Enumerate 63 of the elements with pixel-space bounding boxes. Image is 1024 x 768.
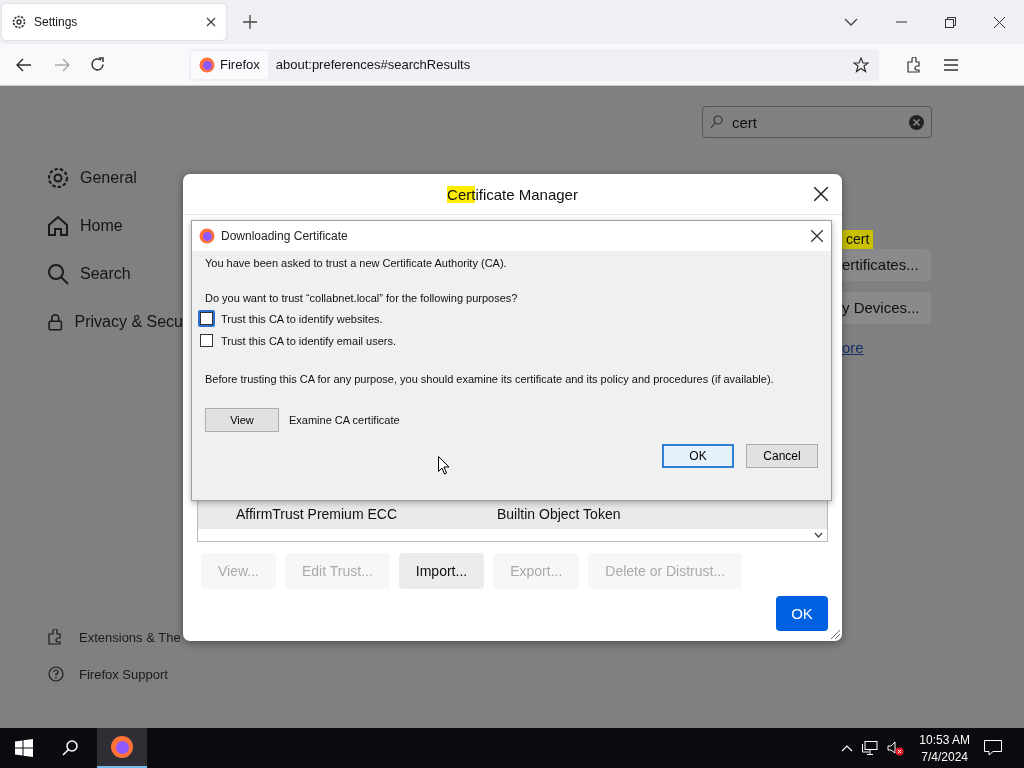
search-icon [46,262,70,286]
sidebar-link[interactable]: Extensions & The [48,629,183,645]
sidebar-item[interactable]: Search [46,262,183,286]
learn-more-link[interactable]: ore [842,339,864,356]
clear-icon[interactable] [909,114,924,130]
home-icon [46,214,70,238]
cancel-button[interactable]: Cancel [746,444,818,468]
notification-icon[interactable] [984,740,1002,756]
help-icon [48,666,64,682]
network-icon[interactable] [862,741,879,755]
table-cell-text: AffirmTrust Premium ECC [236,506,398,522]
settings-icon [46,166,70,190]
sidebar-item[interactable]: General [46,166,183,190]
scroll-down-icon[interactable] [814,532,823,538]
ok-button[interactable]: OK [776,596,828,631]
ok-button[interactable]: OK [662,444,734,468]
search-icon[interactable] [62,740,78,756]
clock-date: 7/4/2024 [921,749,968,764]
address-bar[interactable]: Firefox about:preferences#searchResults [189,48,879,81]
firefox-icon [199,56,215,73]
close-icon[interactable] [811,230,823,242]
advice-text: Before trusting this CA for any purpose, you should examine its certificate and its policy and procedures (if available). [205,373,775,385]
checkbox-label: Trust this CA to identify websites. [221,312,383,325]
search-field[interactable]: cert [702,106,932,138]
question-text: Do you want to trust “collabnet.local” for the following purposes? [205,292,519,304]
settings-icon [11,14,27,30]
sidebar-item[interactable]: Privacy & Secu [46,310,183,334]
checkbox[interactable] [200,334,213,347]
url-text: about:preferences#searchResults [275,57,471,72]
windows-start-icon[interactable] [15,739,33,757]
search-icon [710,115,723,129]
taskbar-app[interactable] [97,728,147,768]
view-label: Examine CA certificate [289,414,400,426]
speaker-muted-icon[interactable] [887,740,905,756]
intro-text: You have been asked to trust a new Certificate Authority (CA). [205,257,508,269]
clock-time: 10:53 AM [919,732,970,747]
resize-grip-icon[interactable] [830,629,840,639]
menu-icon[interactable] [944,58,958,71]
tab-title: Settings [34,15,79,29]
back-icon[interactable] [16,57,32,72]
search-highlight: cert [842,230,874,249]
chevron-up-icon[interactable] [841,744,854,752]
action-button[interactable]: Import... [398,553,485,589]
checkbox-label: Trust this CA to identify email users. [221,334,397,347]
browser-tab[interactable]: Settings [2,4,226,40]
firefox-icon [110,735,134,759]
new-tab-icon[interactable] [243,15,257,29]
close-icon[interactable] [206,17,216,27]
extensions-icon[interactable] [907,56,922,73]
firefox-icon [199,228,215,244]
settings-button[interactable]: y Devices... [842,292,931,324]
dialog-title: Downloading Certificate [221,229,348,243]
sidebar-item[interactable]: Home [46,214,183,238]
star-icon[interactable] [853,56,869,73]
sidebar-link[interactable]: Firefox Support [48,666,183,682]
settings-button[interactable]: ertificates... [842,249,931,281]
cursor-icon [438,456,450,475]
reload-icon[interactable] [90,57,105,72]
close-icon[interactable] [814,187,828,201]
identity-button[interactable]: Firefox [191,50,268,79]
table-cell: Builtin Object Token [497,506,621,522]
puzzle-icon [48,629,64,645]
view-button[interactable]: View [205,408,279,432]
